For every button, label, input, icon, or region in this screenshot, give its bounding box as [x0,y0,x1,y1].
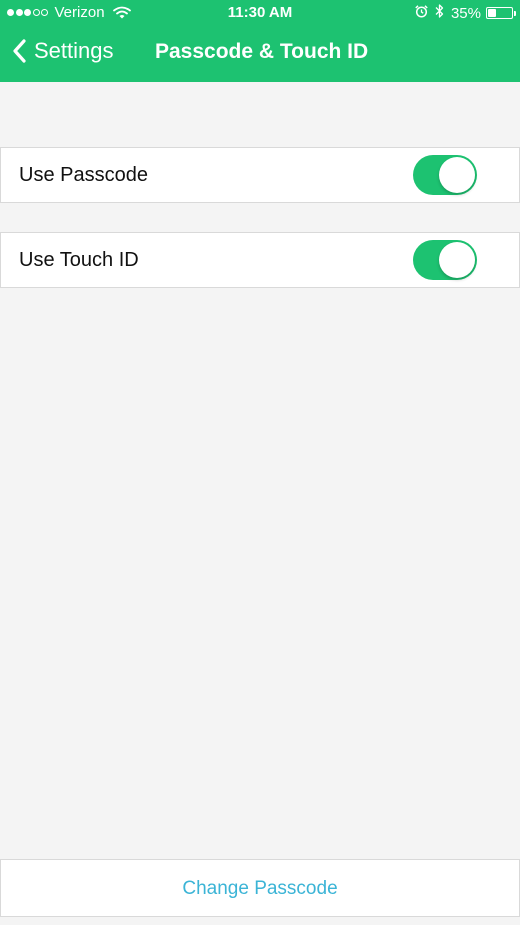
page-title: Passcode & Touch ID [155,40,369,63]
battery-percentage: 35% [450,4,481,22]
use-passcode-row: Use Passcode [0,147,520,203]
header: Verizon 11:30 AM 35% Settings Passcode &… [0,0,520,82]
chevron-left-icon [12,39,26,63]
use-passcode-label: Use Passcode [19,164,148,186]
use-passcode-toggle[interactable] [413,155,477,195]
use-touch-id-toggle[interactable] [413,240,477,280]
back-label: Settings [34,38,114,63]
nav-bar: Settings Passcode & Touch ID [0,26,520,82]
battery-icon [486,7,516,19]
use-touch-id-label: Use Touch ID [19,249,139,271]
battery-level [488,9,496,17]
change-passcode-button[interactable]: Change Passcode [0,859,520,917]
back-button[interactable]: Settings [12,38,114,64]
change-passcode-label: Change Passcode [182,878,338,899]
status-bar: Verizon 11:30 AM 35% [0,0,520,26]
status-right: 35% [415,4,516,22]
use-touch-id-row: Use Touch ID [0,232,520,288]
toggle-knob [439,242,475,278]
bluetooth-icon [435,4,444,22]
alarm-icon [415,4,428,22]
toggle-knob [439,157,475,193]
battery-nub [514,11,516,16]
